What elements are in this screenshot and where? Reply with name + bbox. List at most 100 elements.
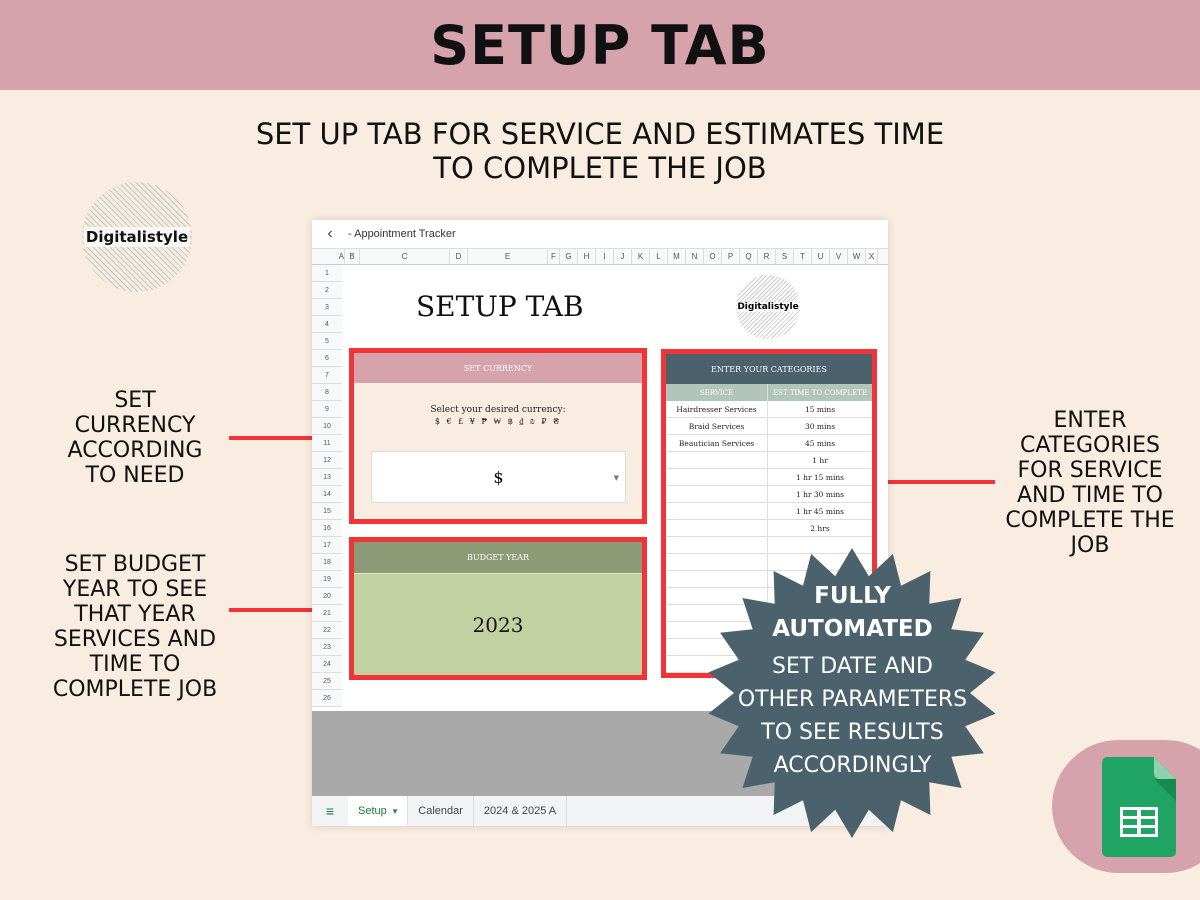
est-time-cell[interactable]: 1 hr xyxy=(768,452,872,468)
column-header[interactable]: F xyxy=(548,249,560,264)
est-time-cell[interactable]: 1 hr 30 mins xyxy=(768,486,872,502)
category-row: 1 hr 30 mins xyxy=(666,486,872,503)
budget-year-header: BUDGET YEAR xyxy=(354,542,642,574)
service-cell[interactable] xyxy=(666,520,768,536)
column-header[interactable]: M xyxy=(668,249,686,264)
service-cell[interactable]: Braid Services xyxy=(666,418,768,434)
column-header[interactable]: S xyxy=(776,249,794,264)
column-header[interactable]: D xyxy=(450,249,468,264)
service-cell[interactable]: Hairdresser Services xyxy=(666,401,768,417)
sheet-logo-text: Digitalistyle xyxy=(737,302,799,312)
column-header[interactable]: J xyxy=(614,249,632,264)
row-header[interactable]: 5 xyxy=(312,333,342,350)
row-header[interactable]: 13 xyxy=(312,469,342,486)
column-header[interactable]: L xyxy=(650,249,668,264)
row-headers: 1 2 3 4 5 6 7 8 9 10 11 12 13 14 15 16 17 18 19 20 21 22 23 24 2… xyxy=(312,265,342,707)
column-header[interactable]: C xyxy=(360,249,450,264)
row-header[interactable]: 10 xyxy=(312,418,342,435)
badge-sub-2: OTHER PARAMETERS xyxy=(737,687,968,712)
column-header[interactable]: U xyxy=(812,249,830,264)
row-header[interactable]: 24 xyxy=(312,656,342,673)
row-header[interactable]: 14 xyxy=(312,486,342,503)
sheet-tab-label: Calendar xyxy=(418,805,463,817)
sheet-tab-label: Setup xyxy=(358,805,387,817)
column-header[interactable]: R xyxy=(758,249,776,264)
row-header[interactable]: 25 xyxy=(312,673,342,690)
column-header[interactable]: Q xyxy=(740,249,758,264)
chevron-left-icon[interactable]: ‹ xyxy=(312,225,348,243)
row-header[interactable]: 11 xyxy=(312,435,342,452)
row-header[interactable]: 8 xyxy=(312,384,342,401)
category-row: Hairdresser Services 15 mins xyxy=(666,401,872,418)
est-time-cell[interactable]: 15 mins xyxy=(768,401,872,417)
service-cell[interactable] xyxy=(666,452,768,468)
sheet-tab[interactable]: Setup ▾ xyxy=(348,796,409,826)
row-header[interactable]: 1 xyxy=(312,265,342,282)
column-header[interactable]: B xyxy=(345,249,360,264)
badge-subtext: SET DATE AND OTHER PARAMETERS TO SEE RES… xyxy=(700,650,1005,782)
row-header[interactable]: 26 xyxy=(312,690,342,707)
row-header[interactable]: 16 xyxy=(312,520,342,537)
service-cell[interactable] xyxy=(666,503,768,519)
row-header[interactable]: 17 xyxy=(312,537,342,554)
column-header[interactable]: T xyxy=(794,249,812,264)
est-time-cell[interactable]: 2 hrs xyxy=(768,520,872,536)
annotation-categories: ENTER CATEGORIES FOR SERVICE AND TIME TO… xyxy=(1005,408,1175,558)
annotation-currency: SET CURRENCY ACCORDING TO NEED xyxy=(67,388,203,488)
service-cell[interactable] xyxy=(666,486,768,502)
service-cell[interactable] xyxy=(666,469,768,485)
row-header[interactable]: 2 xyxy=(312,282,342,299)
column-service: SERVICE xyxy=(666,384,768,401)
row-header[interactable]: 23 xyxy=(312,639,342,656)
row-header[interactable]: 22 xyxy=(312,622,342,639)
column-header[interactable]: I xyxy=(596,249,614,264)
brand-logo: Digitalistyle xyxy=(82,182,192,292)
column-header[interactable]: A xyxy=(312,249,345,264)
row-header[interactable]: 15 xyxy=(312,503,342,520)
row-header[interactable]: 7 xyxy=(312,367,342,384)
dropdown-caret-icon[interactable]: ▼ xyxy=(614,474,619,482)
est-time-cell[interactable]: 45 mins xyxy=(768,435,872,451)
category-row: Braid Services 30 mins xyxy=(666,418,872,435)
currency-dropdown[interactable]: $ ▼ xyxy=(371,451,626,503)
row-header[interactable]: 4 xyxy=(312,316,342,333)
subtitle-line-2: TO COMPLETE THE JOB xyxy=(433,151,767,185)
row-header[interactable]: 19 xyxy=(312,571,342,588)
sheet-logo: Digitalistyle xyxy=(736,275,800,339)
sheet-tab[interactable]: 2024 & 2025 A xyxy=(474,796,568,826)
column-header[interactable]: E xyxy=(468,249,548,264)
all-sheets-menu-icon[interactable]: ≡ xyxy=(312,803,348,819)
currency-selected-value: $ xyxy=(493,467,504,487)
currency-panel: SET CURRENCY Select your desired currenc… xyxy=(349,348,647,524)
column-header[interactable]: H xyxy=(578,249,596,264)
currency-symbols: $ € £ ¥ ₱ ₩ ฿ ₫ ₪ ₽ ₴ xyxy=(434,417,562,426)
sheet-tab[interactable]: Calendar xyxy=(408,796,474,826)
row-header[interactable]: 21 xyxy=(312,605,342,622)
column-header[interactable]: O xyxy=(704,249,722,264)
budget-year-cell[interactable]: 2023 xyxy=(354,574,642,675)
row-header[interactable]: 9 xyxy=(312,401,342,418)
row-header[interactable]: 18 xyxy=(312,554,342,571)
column-header[interactable]: G xyxy=(560,249,578,264)
column-header[interactable]: X xyxy=(866,249,878,264)
est-time-cell[interactable]: 30 mins xyxy=(768,418,872,434)
badge-sub-1: SET DATE AND xyxy=(772,654,933,679)
currency-prompt: Select your desired currency: xyxy=(430,405,566,415)
column-header[interactable]: K xyxy=(632,249,650,264)
tab-menu-caret-icon[interactable]: ▾ xyxy=(393,806,398,817)
est-time-cell[interactable]: 1 hr 15 mins xyxy=(768,469,872,485)
column-header[interactable]: P xyxy=(722,249,740,264)
budget-year-panel: BUDGET YEAR 2023 xyxy=(349,537,647,680)
sheet-page-title: SETUP TAB xyxy=(416,290,584,323)
categories-column-headers: SERVICE EST TIME TO COMPLETE xyxy=(666,384,872,401)
top-banner: SETUP TAB xyxy=(0,0,1200,90)
row-header[interactable]: 3 xyxy=(312,299,342,316)
service-cell[interactable]: Beautician Services xyxy=(666,435,768,451)
column-header[interactable]: N xyxy=(686,249,704,264)
row-header[interactable]: 12 xyxy=(312,452,342,469)
est-time-cell[interactable]: 1 hr 45 mins xyxy=(768,503,872,519)
row-header[interactable]: 6 xyxy=(312,350,342,367)
row-header[interactable]: 20 xyxy=(312,588,342,605)
column-header[interactable]: W xyxy=(848,249,866,264)
column-header[interactable]: V xyxy=(830,249,848,264)
